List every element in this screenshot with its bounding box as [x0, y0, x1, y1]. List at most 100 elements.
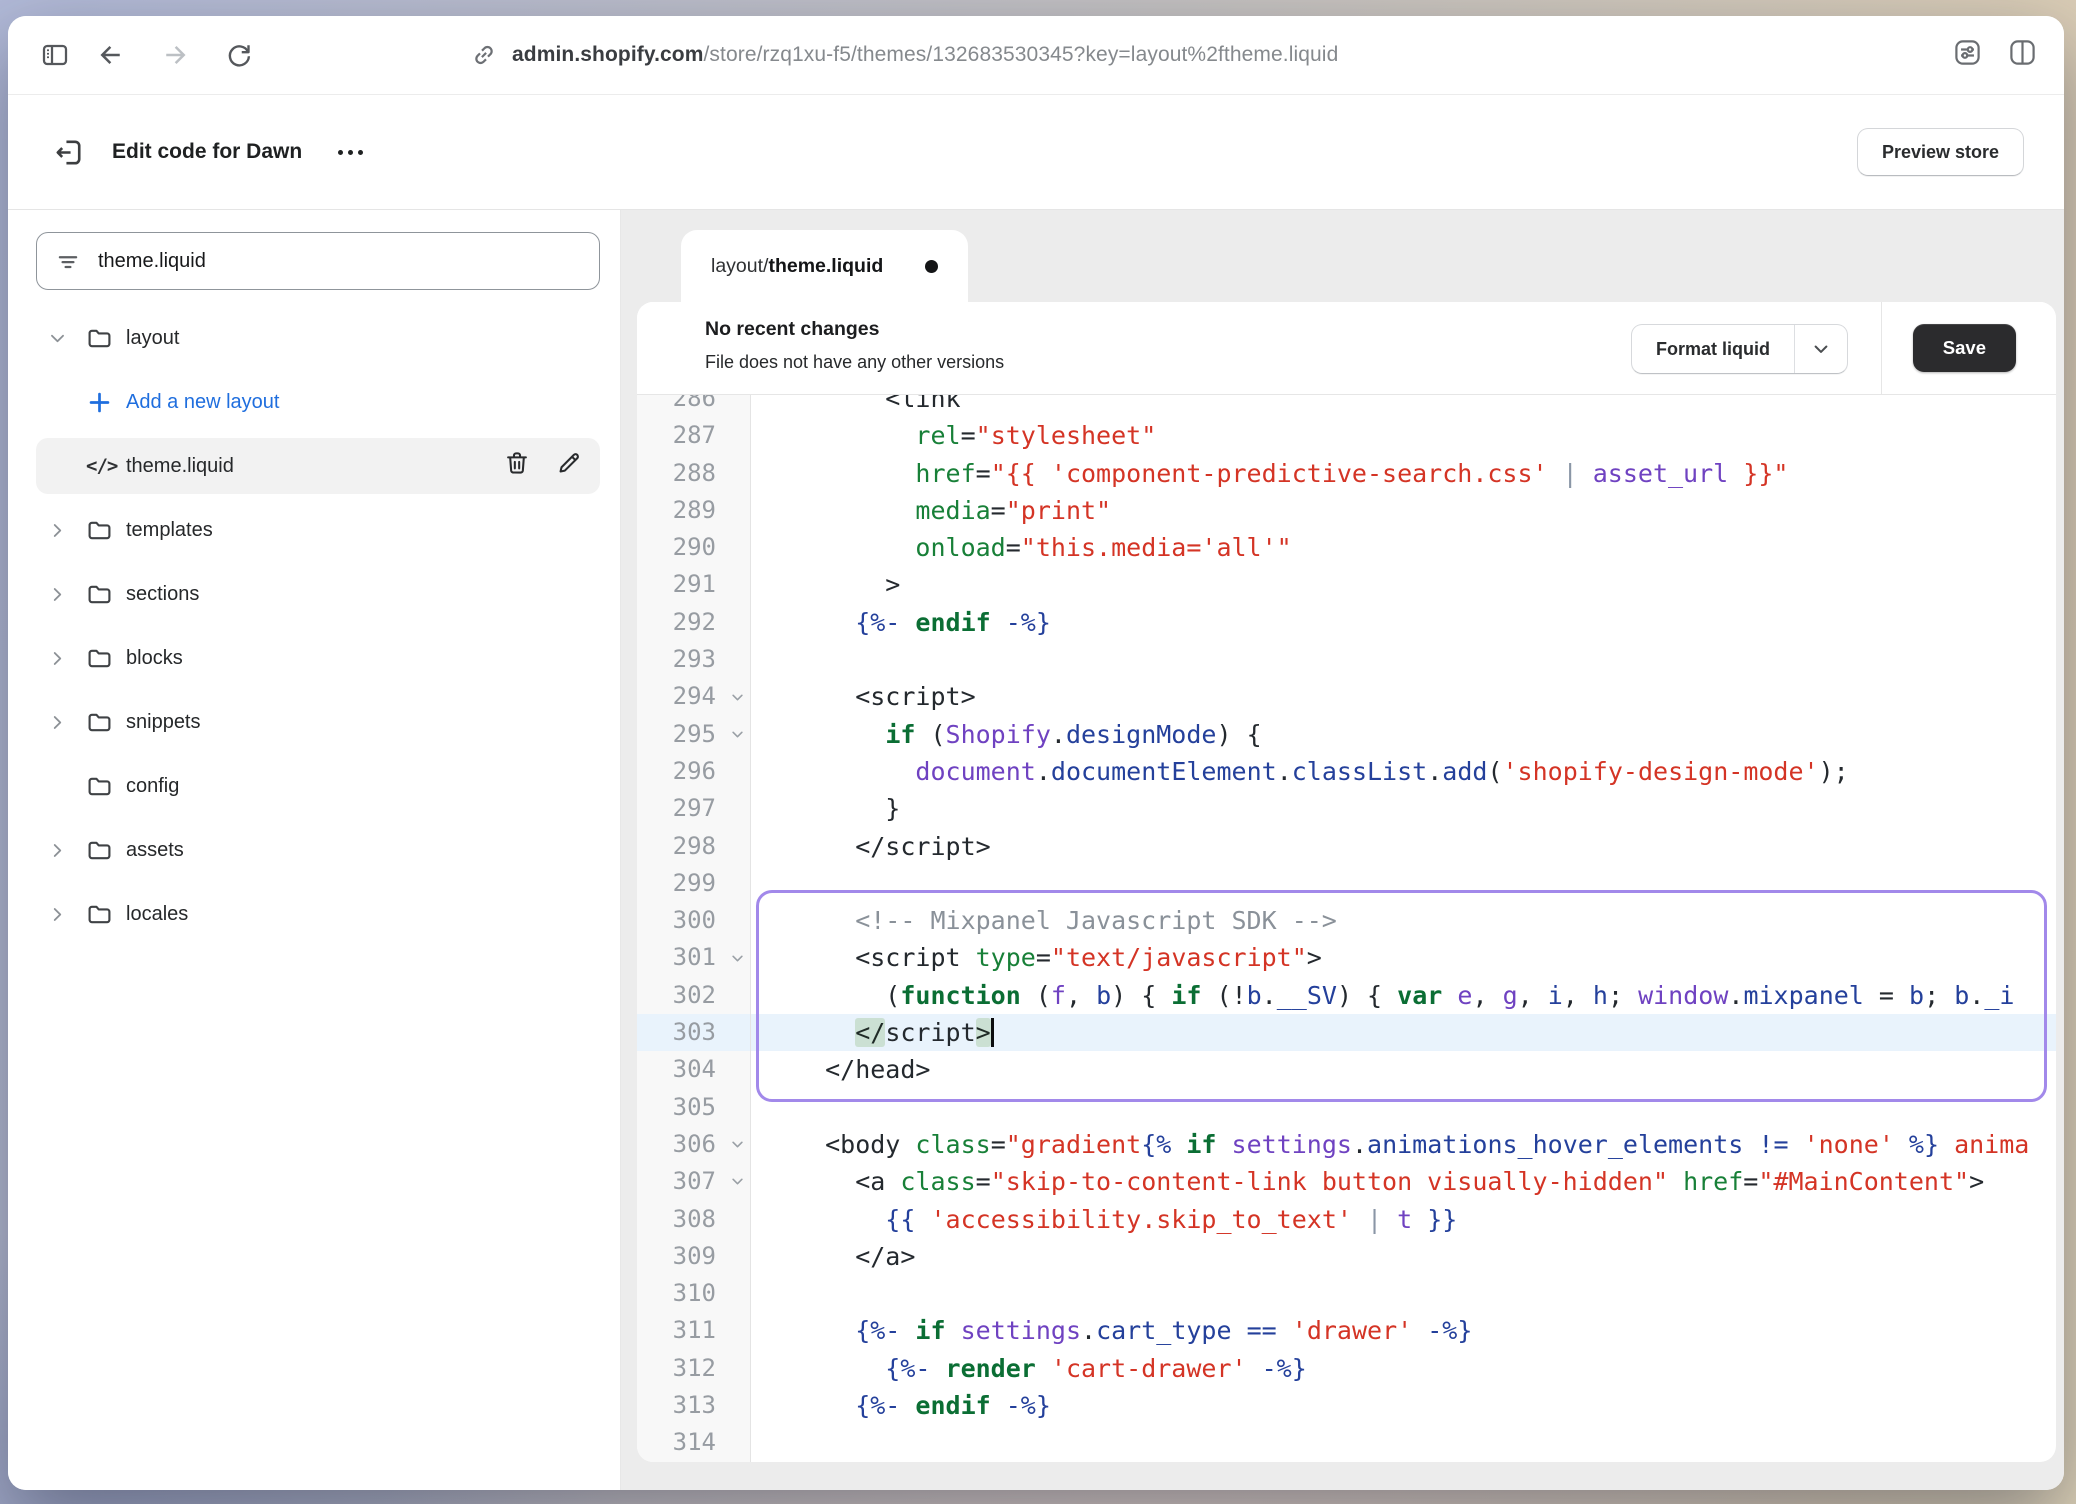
sidebar-item-templates[interactable]: templates: [36, 498, 600, 562]
code-line-308[interactable]: 308 {{ 'accessibility.skip_to_text' | t …: [637, 1201, 2056, 1238]
sidebar-item-add-a-new-layout[interactable]: Add a new layout: [36, 370, 600, 434]
url-host: admin.shopify.com: [512, 43, 704, 66]
chevron-right-icon[interactable]: [48, 841, 86, 860]
sidebar-item-blocks[interactable]: blocks: [36, 626, 600, 690]
code-line-290[interactable]: 290 onload="this.media='all'": [637, 529, 2056, 566]
chevron-down-icon[interactable]: [1794, 325, 1847, 373]
line-number[interactable]: 305: [637, 1089, 751, 1126]
pencil-icon[interactable]: [556, 450, 582, 482]
code-line-309[interactable]: 309 </a>: [637, 1238, 2056, 1275]
code-line-296[interactable]: 296 document.documentElement.classList.a…: [637, 753, 2056, 790]
code-line-291[interactable]: 291 >: [637, 566, 2056, 603]
reload-icon[interactable]: [222, 38, 256, 72]
line-number[interactable]: 307: [637, 1163, 751, 1200]
code-line-304[interactable]: 304 </head>: [637, 1051, 2056, 1088]
fold-chevron-icon[interactable]: [730, 716, 745, 753]
code-line-311[interactable]: 311 {%- if settings.cart_type == 'drawer…: [637, 1312, 2056, 1349]
code-line-314[interactable]: 314: [637, 1424, 2056, 1461]
line-number[interactable]: 297: [637, 790, 751, 827]
code-line-298[interactable]: 298 </script>: [637, 828, 2056, 865]
code-line-292[interactable]: 292 {%- endif -%}: [637, 604, 2056, 641]
more-actions-button[interactable]: [328, 140, 373, 165]
code-line-312[interactable]: 312 {%- render 'cart-drawer' -%}: [637, 1350, 2056, 1387]
line-number[interactable]: 286: [637, 394, 751, 417]
fold-chevron-icon[interactable]: [730, 678, 745, 715]
chevron-right-icon[interactable]: [48, 649, 86, 668]
chevron-right-icon[interactable]: [48, 905, 86, 924]
line-number[interactable]: 288: [637, 455, 751, 492]
line-number[interactable]: 299: [637, 865, 751, 902]
line-number[interactable]: 312: [637, 1350, 751, 1387]
extensions-icon[interactable]: [1952, 37, 1983, 73]
code-line-294[interactable]: 294 <script>: [637, 678, 2056, 715]
code-line-288[interactable]: 288 href="{{ 'component-predictive-searc…: [637, 455, 2056, 492]
line-number[interactable]: 302: [637, 977, 751, 1014]
sidebar-item-layout[interactable]: layout: [36, 306, 600, 370]
line-number[interactable]: 300: [637, 902, 751, 939]
save-button[interactable]: Save: [1913, 324, 2016, 372]
line-number[interactable]: 290: [637, 529, 751, 566]
code-line-313[interactable]: 313 {%- endif -%}: [637, 1387, 2056, 1424]
sidebar-toggle-icon[interactable]: [38, 38, 72, 72]
sidebar-item-assets[interactable]: assets: [36, 818, 600, 882]
chevron-right-icon[interactable]: [48, 521, 86, 540]
chevron-right-icon[interactable]: [48, 585, 86, 604]
fold-chevron-icon[interactable]: [730, 1126, 745, 1163]
code-line-300[interactable]: 300 <!-- Mixpanel Javascript SDK -->: [637, 902, 2056, 939]
sidebar-item-config[interactable]: config: [36, 754, 600, 818]
code-line-289[interactable]: 289 media="print": [637, 492, 2056, 529]
file-search-box[interactable]: [36, 232, 600, 290]
line-number[interactable]: 308: [637, 1201, 751, 1238]
code-line-286[interactable]: 286 <link: [637, 394, 2056, 417]
code-line-293[interactable]: 293: [637, 641, 2056, 678]
split-view-icon[interactable]: [2007, 37, 2038, 73]
line-number[interactable]: 309: [637, 1238, 751, 1275]
line-number[interactable]: 311: [637, 1312, 751, 1349]
code-line-302[interactable]: 302 (function (f, b) { if (!b.__SV) { va…: [637, 977, 2056, 1014]
fold-chevron-icon[interactable]: [730, 1163, 745, 1200]
line-number[interactable]: 295: [637, 716, 751, 753]
line-number[interactable]: 313: [637, 1387, 751, 1424]
code-line-295[interactable]: 295 if (Shopify.designMode) {: [637, 716, 2056, 753]
exit-code-editor-button[interactable]: [48, 132, 88, 172]
line-number[interactable]: 292: [637, 604, 751, 641]
chevron-down-icon[interactable]: [48, 329, 86, 348]
line-number[interactable]: 291: [637, 566, 751, 603]
back-icon[interactable]: [94, 38, 128, 72]
code-line-301[interactable]: 301 <script type="text/javascript">: [637, 939, 2056, 976]
forward-icon[interactable]: [158, 38, 192, 72]
format-liquid-button[interactable]: Format liquid: [1631, 324, 1848, 374]
line-number[interactable]: 293: [637, 641, 751, 678]
line-number[interactable]: 314: [637, 1424, 751, 1461]
line-number[interactable]: 296: [637, 753, 751, 790]
tab-theme-liquid[interactable]: layout/theme.liquid: [681, 230, 968, 302]
code-line-303[interactable]: 303 </script>: [637, 1014, 2056, 1051]
code-line-297[interactable]: 297 }: [637, 790, 2056, 827]
line-number[interactable]: 303: [637, 1014, 751, 1051]
chevron-right-icon[interactable]: [48, 713, 86, 732]
line-number[interactable]: 310: [637, 1275, 751, 1312]
code-line-287[interactable]: 287 rel="stylesheet": [637, 417, 2056, 454]
line-number[interactable]: 289: [637, 492, 751, 529]
address-bar[interactable]: admin.shopify.com/store/rzq1xu-f5/themes…: [470, 16, 1338, 94]
sidebar-item-sections[interactable]: sections: [36, 562, 600, 626]
code-line-299[interactable]: 299: [637, 865, 2056, 902]
preview-store-button[interactable]: Preview store: [1857, 128, 2024, 176]
line-number[interactable]: 294: [637, 678, 751, 715]
search-input[interactable]: [96, 249, 581, 274]
code-line-310[interactable]: 310: [637, 1275, 2056, 1312]
sidebar-item-locales[interactable]: locales: [36, 882, 600, 946]
line-number[interactable]: 301: [637, 939, 751, 976]
code-line-306[interactable]: 306 <body class="gradient{% if settings.…: [637, 1126, 2056, 1163]
line-number[interactable]: 287: [637, 417, 751, 454]
sidebar-item-theme-liquid[interactable]: </>theme.liquid: [36, 438, 600, 494]
line-number[interactable]: 306: [637, 1126, 751, 1163]
sidebar-item-snippets[interactable]: snippets: [36, 690, 600, 754]
trash-icon[interactable]: [504, 450, 530, 482]
code-viewport[interactable]: 286 <link287 rel="stylesheet"288 href="{…: [637, 394, 2056, 1462]
code-line-305[interactable]: 305: [637, 1089, 2056, 1126]
line-number[interactable]: 298: [637, 828, 751, 865]
code-line-307[interactable]: 307 <a class="skip-to-content-link butto…: [637, 1163, 2056, 1200]
line-number[interactable]: 304: [637, 1051, 751, 1088]
fold-chevron-icon[interactable]: [730, 939, 745, 976]
